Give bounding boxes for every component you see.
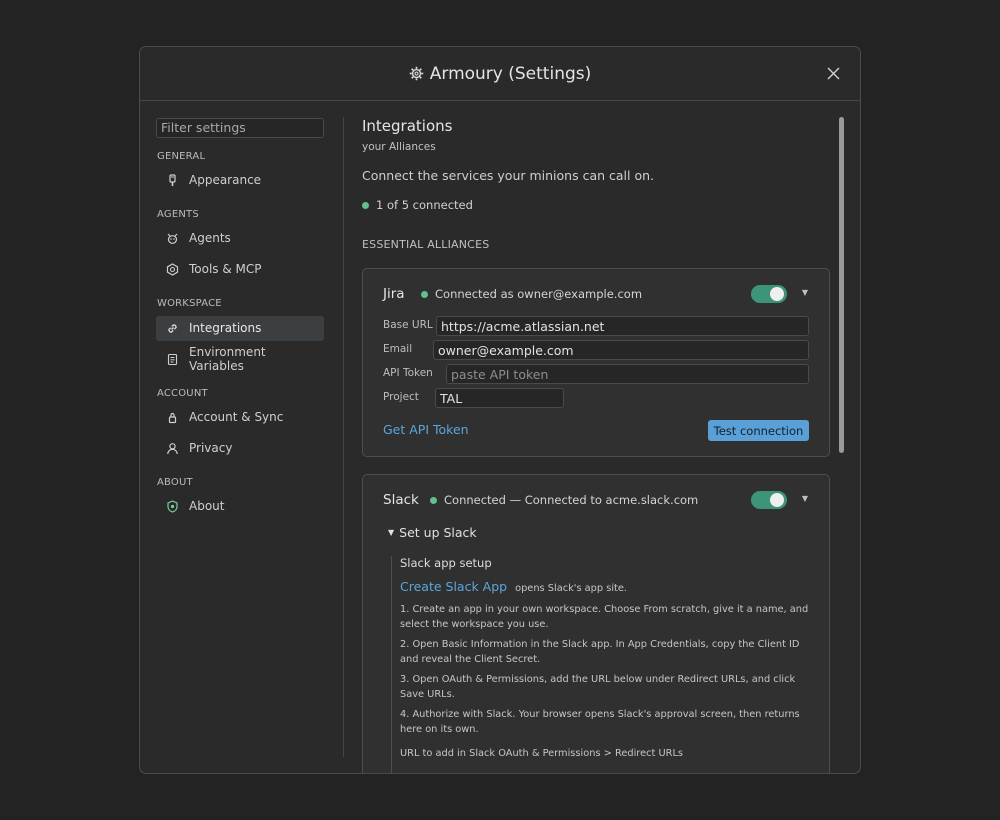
toggle-knob <box>770 287 784 301</box>
sidebar-item-label: Privacy <box>189 441 233 455</box>
status-dot-icon <box>430 496 437 504</box>
sidebar-item-environment-variables[interactable]: Environment Variables <box>156 345 324 373</box>
slack-status-text: Connected — Connected to acme.slack.com <box>444 493 699 507</box>
chevron-down-icon[interactable]: ▼ <box>802 288 808 297</box>
setup-step: 1. Create an app in your own workspace. … <box>400 604 809 630</box>
slack-name: Slack <box>383 492 419 508</box>
toggle-knob <box>770 493 784 507</box>
sidebar-item-label: Account & Sync <box>189 410 284 424</box>
sidebar-heading-about: ABOUT <box>157 476 193 488</box>
create-slack-app-link[interactable]: Create Slack App <box>400 579 507 594</box>
email-label: Email <box>383 343 413 355</box>
sidebar-item-label: Appearance <box>189 173 262 187</box>
create-slack-app-hint: opens Slack's app site. <box>515 583 628 594</box>
filter-settings-input[interactable] <box>156 117 324 138</box>
page-subtitle: your Alliances <box>362 141 436 153</box>
section-label: ESSENTIAL ALLIANCES <box>362 238 490 251</box>
page-title: Integrations <box>362 117 453 135</box>
get-api-token-link[interactable]: Get API Token <box>383 422 469 437</box>
slack-card-header[interactable]: Slack Connected — Connected to acme.slac… <box>363 475 829 525</box>
connection-summary-text: 1 of 5 connected <box>376 198 473 212</box>
connection-summary: 1 of 5 connected <box>362 198 832 212</box>
sidebar-item-account-sync[interactable]: Account & Sync <box>156 405 324 430</box>
slack-setup-panel: Slack app setup Create Slack App opens S… <box>391 556 811 773</box>
window-title: Armoury (Settings) <box>409 63 592 84</box>
jira-card: Jira Connected as owner@example.com ▼ Ba… <box>362 268 830 457</box>
sidebar-item-about[interactable]: About <box>156 494 324 519</box>
sidebar-item-integrations[interactable]: Integrations <box>156 315 324 341</box>
disclosure-triangle-icon: ▼ <box>388 528 395 537</box>
sidebar-heading-agents: AGENTS <box>157 208 199 220</box>
person-icon <box>167 442 178 454</box>
slack-card: Slack Connected — Connected to acme.slac… <box>362 474 830 773</box>
sidebar-item-appearance[interactable]: Appearance <box>156 168 324 193</box>
base-url-input[interactable] <box>436 316 809 336</box>
agent-icon <box>167 233 178 244</box>
sidebar-item-label: Environment Variables <box>189 345 266 373</box>
sidebar-item-agents[interactable]: Agents <box>156 226 324 251</box>
base-url-label: Base URL <box>383 319 433 331</box>
api-token-input[interactable] <box>446 364 809 384</box>
link-icon <box>168 323 177 333</box>
jira-enable-toggle[interactable] <box>751 285 787 303</box>
tools-icon <box>166 262 179 276</box>
jira-card-header[interactable]: Jira Connected as owner@example.com ▼ <box>363 269 829 319</box>
project-label: Project <box>383 391 419 403</box>
main-panel: Integrations your Alliances Connect the … <box>362 117 832 251</box>
chevron-down-icon[interactable]: ▼ <box>802 494 808 503</box>
title-bar: Armoury (Settings) <box>140 47 860 101</box>
sidebar-item-privacy[interactable]: Privacy <box>156 436 324 461</box>
close-button[interactable] <box>824 64 842 82</box>
sidebar-item-label: Integrations <box>189 321 262 335</box>
project-input[interactable] <box>435 388 564 408</box>
sidebar-item-label: Tools & MCP <box>189 262 262 276</box>
gear-icon <box>409 66 423 81</box>
sidebar-divider <box>343 117 344 757</box>
scroll-icon <box>167 353 178 365</box>
create-app-row: Create Slack App opens Slack's app site. <box>400 579 811 594</box>
brush-icon <box>169 173 176 186</box>
api-token-label: API Token <box>383 367 433 379</box>
sidebar-item-label: About <box>189 499 225 513</box>
settings-window: Armoury (Settings) GENERAL Appearance AG… <box>139 46 861 774</box>
status-dot-icon <box>362 201 369 209</box>
slack-enable-toggle[interactable] <box>751 491 787 509</box>
setup-step: 4. Authorize with Slack. Your browser op… <box>400 709 800 735</box>
window-title-text: Armoury (Settings) <box>429 63 592 84</box>
sidebar-heading-account: ACCOUNT <box>157 387 208 399</box>
slack-status: Connected — Connected to acme.slack.com <box>430 493 698 507</box>
shield-icon <box>167 499 178 513</box>
sidebar-item-tools-mcp[interactable]: Tools & MCP <box>156 257 324 282</box>
sidebar: GENERAL Appearance AGENTS Agents Tools &… <box>156 117 324 519</box>
sidebar-heading-general: GENERAL <box>157 150 206 162</box>
main-scrollbar[interactable] <box>839 117 844 453</box>
jira-status-text: Connected as owner@example.com <box>435 287 643 301</box>
setup-slack-label: Set up Slack <box>399 525 477 540</box>
test-connection-button[interactable]: Test connection <box>708 420 809 441</box>
status-dot-icon <box>421 290 428 298</box>
sidebar-heading-workspace: WORKSPACE <box>157 297 222 309</box>
sidebar-item-label: Agents <box>189 231 231 245</box>
key-icon <box>168 412 177 423</box>
jira-name: Jira <box>383 286 405 302</box>
close-icon <box>827 67 839 79</box>
setup-step: 2. Open Basic Information in the Slack a… <box>400 639 800 665</box>
email-input[interactable] <box>433 340 809 360</box>
jira-status: Connected as owner@example.com <box>421 287 642 301</box>
page-description: Connect the services your minions can ca… <box>362 168 655 183</box>
setup-step: 3. Open OAuth & Permissions, add the URL… <box>400 674 796 700</box>
slack-setup-title: Slack app setup <box>400 556 492 570</box>
redirect-url-label: URL to add in Slack OAuth & Permissions … <box>400 748 684 759</box>
setup-slack-disclosure[interactable]: ▼ Set up Slack <box>388 525 477 540</box>
